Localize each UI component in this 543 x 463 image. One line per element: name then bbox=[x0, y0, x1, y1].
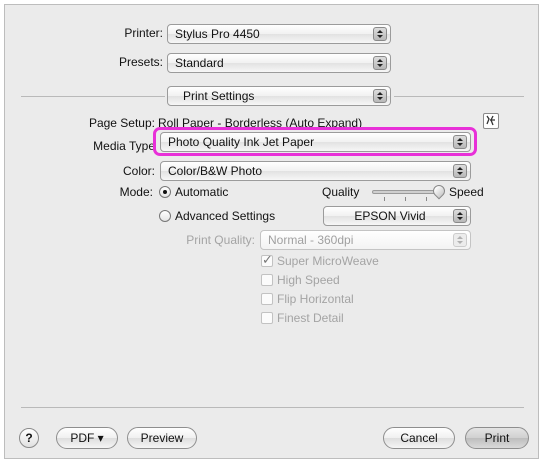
media-type-popup[interactable]: Photo Quality Ink Jet Paper bbox=[160, 132, 471, 152]
finest-detail-label: Finest Detail bbox=[277, 311, 344, 325]
automatic-label: Automatic bbox=[175, 185, 229, 199]
separator-left bbox=[21, 96, 165, 97]
popup-arrows-icon bbox=[453, 135, 467, 149]
printer-value: Stylus Pro 4450 bbox=[175, 27, 260, 41]
media-type-label: Media Type bbox=[93, 139, 155, 153]
high-speed-checkbox[interactable] bbox=[261, 274, 273, 286]
print-dialog: Printer: Stylus Pro 4450 Presets: Standa… bbox=[4, 4, 539, 459]
finest-detail-checkbox[interactable] bbox=[261, 312, 273, 324]
color-popup[interactable]: Color/B&W Photo bbox=[160, 161, 471, 181]
slider-tick bbox=[384, 197, 385, 201]
popup-arrows-icon bbox=[373, 27, 387, 41]
advanced-settings-radio[interactable] bbox=[159, 210, 171, 222]
slider-tick bbox=[426, 197, 427, 201]
print-quality-popup[interactable]: Normal - 360dpi bbox=[260, 230, 471, 250]
popup-arrows-icon bbox=[453, 164, 467, 178]
print-quality-value: Normal - 360dpi bbox=[268, 233, 354, 247]
presets-popup[interactable]: Standard bbox=[167, 53, 391, 73]
color-label: Color: bbox=[122, 164, 155, 178]
presets-label: Presets: bbox=[118, 55, 163, 69]
print-quality-label: Print Quality: bbox=[186, 233, 255, 247]
preview-button[interactable]: Preview bbox=[127, 427, 197, 449]
presets-value: Standard bbox=[175, 56, 224, 70]
high-speed-label: High Speed bbox=[277, 273, 340, 287]
panel-value: Print Settings bbox=[183, 89, 255, 103]
color-value: Color/B&W Photo bbox=[168, 164, 263, 178]
printer-popup[interactable]: Stylus Pro 4450 bbox=[167, 24, 391, 44]
page-setup-label: Page Setup: bbox=[88, 116, 155, 130]
footer-separator bbox=[21, 407, 524, 408]
printer-label: Printer: bbox=[124, 26, 163, 40]
slider-thumb[interactable] bbox=[430, 182, 448, 200]
separator-right bbox=[394, 96, 524, 97]
quality-label: Quality bbox=[322, 185, 360, 199]
utility-icon[interactable] bbox=[483, 113, 499, 129]
advanced-profile-value: EPSON Vivid bbox=[354, 209, 426, 223]
help-button[interactable]: ? bbox=[19, 428, 39, 448]
panel-popup[interactable]: Print Settings bbox=[167, 86, 391, 106]
popup-arrows-icon bbox=[453, 209, 467, 223]
popup-arrows-icon bbox=[373, 56, 387, 70]
slider-tick bbox=[405, 197, 406, 201]
speed-label: Speed bbox=[449, 185, 484, 199]
media-type-value: Photo Quality Ink Jet Paper bbox=[168, 135, 315, 149]
popup-arrows-icon bbox=[453, 233, 467, 247]
super-microweave-label: Super MicroWeave bbox=[277, 254, 379, 268]
print-button[interactable]: Print bbox=[465, 427, 529, 449]
popup-arrows-icon bbox=[373, 89, 387, 103]
automatic-radio[interactable] bbox=[159, 186, 171, 198]
super-microweave-checkbox[interactable] bbox=[261, 252, 273, 268]
flip-horizontal-label: Flip Horizontal bbox=[277, 292, 354, 306]
advanced-settings-label: Advanced Settings bbox=[175, 209, 276, 223]
cancel-button[interactable]: Cancel bbox=[383, 427, 455, 449]
flip-horizontal-checkbox[interactable] bbox=[261, 293, 273, 305]
pdf-button[interactable]: PDF ▾ bbox=[56, 427, 118, 449]
advanced-profile-popup[interactable]: EPSON Vivid bbox=[323, 206, 471, 226]
mode-label: Mode: bbox=[119, 185, 153, 199]
